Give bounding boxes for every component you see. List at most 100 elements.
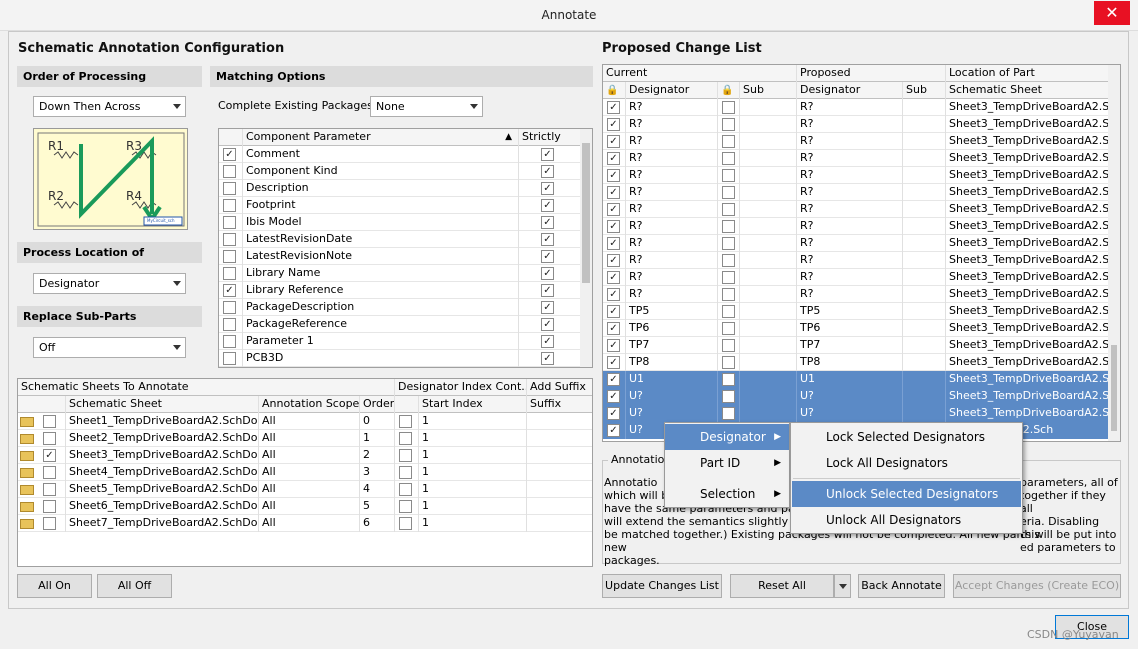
column-header-current-designator[interactable]: Designator	[626, 82, 718, 99]
column-header-current-sub[interactable]: Sub	[740, 82, 797, 99]
start-index-checkbox[interactable]	[399, 483, 412, 496]
start-index-checkbox[interactable]	[399, 449, 412, 462]
sub-lock-checkbox[interactable]	[722, 356, 735, 369]
sheet-scope[interactable]: All	[259, 481, 360, 498]
scrollbar-thumb[interactable]	[1111, 345, 1117, 431]
parameter-checkbox[interactable]	[223, 335, 236, 348]
change-checkbox[interactable]: ✓	[607, 424, 620, 437]
sheet-checkbox[interactable]	[43, 483, 56, 496]
sub-lock-checkbox[interactable]	[722, 407, 735, 420]
sheet-suffix[interactable]	[527, 515, 592, 532]
sheet-checkbox[interactable]	[43, 415, 56, 428]
all-on-button[interactable]: All On	[17, 574, 92, 598]
back-annotate-button[interactable]: Back Annotate	[858, 574, 945, 598]
replace-subparts-combo[interactable]: Off	[33, 337, 186, 358]
sheet-row[interactable]: Sheet6_TempDriveBoardA2.SchDoc All 5 1	[18, 498, 592, 515]
column-header-component-parameter[interactable]: Component Parameter ▲	[243, 129, 519, 146]
sheet-checkbox[interactable]: ✓	[43, 449, 56, 462]
column-header-start-index[interactable]: Start Index	[419, 396, 527, 413]
all-off-button[interactable]: All Off	[97, 574, 172, 598]
change-checkbox[interactable]: ✓	[607, 407, 620, 420]
strictly-checkbox[interactable]: ✓	[541, 165, 554, 178]
sheet-order[interactable]: 0	[360, 413, 395, 430]
parameter-checkbox[interactable]	[223, 165, 236, 178]
parameter-row[interactable]: ✓ Comment ✓	[219, 146, 592, 163]
reset-all-button[interactable]: Reset All	[730, 574, 834, 598]
change-checkbox[interactable]: ✓	[607, 186, 620, 199]
update-changes-button[interactable]: Update Changes List	[602, 574, 722, 598]
start-index-checkbox[interactable]	[399, 500, 412, 513]
strictly-checkbox[interactable]: ✓	[541, 250, 554, 263]
sheet-checkbox[interactable]	[43, 432, 56, 445]
sub-lock-checkbox[interactable]	[722, 305, 735, 318]
parameter-checkbox[interactable]	[223, 267, 236, 280]
change-row[interactable]: ✓ R? R? Sheet3_TempDriveBoardA2.Sch	[603, 269, 1120, 286]
sheet-start-index[interactable]: 1	[419, 515, 527, 532]
complete-packages-combo[interactable]: None	[370, 96, 483, 117]
sub-lock-checkbox[interactable]	[722, 271, 735, 284]
start-index-checkbox[interactable]	[399, 432, 412, 445]
sheet-scope[interactable]: All	[259, 498, 360, 515]
column-header-strictly[interactable]: Strictly	[519, 129, 582, 146]
change-checkbox[interactable]: ✓	[607, 271, 620, 284]
sub-lock-checkbox[interactable]	[722, 169, 735, 182]
strictly-checkbox[interactable]: ✓	[541, 284, 554, 297]
sheet-row[interactable]: ✓ Sheet3_TempDriveBoardA2.SchDoc All 2 1	[18, 447, 592, 464]
parameter-checkbox[interactable]	[223, 216, 236, 229]
parameter-row[interactable]: Component Kind ✓	[219, 163, 592, 180]
sheet-suffix[interactable]	[527, 447, 592, 464]
sheet-scope[interactable]: All	[259, 413, 360, 430]
sheet-order[interactable]: 4	[360, 481, 395, 498]
change-checkbox[interactable]: ✓	[607, 169, 620, 182]
strictly-checkbox[interactable]: ✓	[541, 301, 554, 314]
change-row[interactable]: ✓ R? R? Sheet3_TempDriveBoardA2.Sch	[603, 252, 1120, 269]
sheet-scope[interactable]: All	[259, 447, 360, 464]
change-row[interactable]: ✓ R? R? Sheet3_TempDriveBoardA2.Sch	[603, 116, 1120, 133]
parameter-scrollbar[interactable]	[580, 129, 592, 367]
scrollbar-thumb[interactable]	[582, 143, 590, 283]
change-row[interactable]: ✓ R? R? Sheet3_TempDriveBoardA2.Sch	[603, 235, 1120, 252]
parameter-row[interactable]: ✓ Library Reference ✓	[219, 282, 592, 299]
sub-lock-checkbox[interactable]	[722, 288, 735, 301]
sheet-scope[interactable]: All	[259, 430, 360, 447]
sheet-suffix[interactable]	[527, 498, 592, 515]
menu-item-designator[interactable]: Designator ▶	[665, 424, 789, 450]
sheet-order[interactable]: 1	[360, 430, 395, 447]
menu-item-lock-selected[interactable]: Lock Selected Designators	[791, 424, 1022, 450]
change-row[interactable]: ✓ U? U? Sheet3_TempDriveBoardA2.Sch	[603, 388, 1120, 405]
strictly-checkbox[interactable]: ✓	[541, 267, 554, 280]
sub-lock-checkbox[interactable]	[722, 203, 735, 216]
change-checkbox[interactable]: ✓	[607, 118, 620, 131]
change-checkbox[interactable]: ✓	[607, 254, 620, 267]
change-row[interactable]: ✓ TP8 TP8 Sheet3_TempDriveBoardA2.Sch	[603, 354, 1120, 371]
strictly-checkbox[interactable]: ✓	[541, 182, 554, 195]
change-checkbox[interactable]: ✓	[607, 373, 620, 386]
sheet-row[interactable]: Sheet4_TempDriveBoardA2.SchDoc All 3 1	[18, 464, 592, 481]
change-row[interactable]: ✓ R? R? Sheet3_TempDriveBoardA2.Sch	[603, 201, 1120, 218]
sort-up-icon[interactable]: ▲	[505, 129, 512, 145]
column-header-proposed-designator[interactable]: Designator	[797, 82, 903, 99]
sub-lock-checkbox[interactable]	[722, 322, 735, 335]
sub-lock-checkbox[interactable]	[722, 390, 735, 403]
parameter-row[interactable]: PackageDescription ✓	[219, 299, 592, 316]
change-row[interactable]: ✓ R? R? Sheet3_TempDriveBoardA2.Sch	[603, 133, 1120, 150]
sheet-order[interactable]: 5	[360, 498, 395, 515]
strictly-checkbox[interactable]: ✓	[541, 318, 554, 331]
sub-lock-checkbox[interactable]	[722, 135, 735, 148]
change-row[interactable]: ✓ TP7 TP7 Sheet3_TempDriveBoardA2.Sch	[603, 337, 1120, 354]
sheet-scope[interactable]: All	[259, 515, 360, 532]
accept-changes-button[interactable]: Accept Changes (Create ECO)	[953, 574, 1121, 598]
column-header-suffix[interactable]: Suffix	[527, 396, 592, 413]
close-window-icon[interactable]: ✕	[1094, 1, 1130, 25]
column-header-schematic-sheet[interactable]: Schematic Sheet	[66, 396, 259, 413]
strictly-checkbox[interactable]: ✓	[541, 352, 554, 365]
parameter-row[interactable]: Footprint ✓	[219, 197, 592, 214]
change-checkbox[interactable]: ✓	[607, 356, 620, 369]
sheet-checkbox[interactable]	[43, 500, 56, 513]
parameter-checkbox[interactable]	[223, 301, 236, 314]
sub-lock-checkbox[interactable]	[722, 254, 735, 267]
menu-item-part-id[interactable]: Part ID ▶	[665, 450, 789, 476]
menu-item-selection[interactable]: Selection ▶	[665, 481, 789, 507]
sheet-suffix[interactable]	[527, 481, 592, 498]
parameter-checkbox[interactable]	[223, 233, 236, 246]
